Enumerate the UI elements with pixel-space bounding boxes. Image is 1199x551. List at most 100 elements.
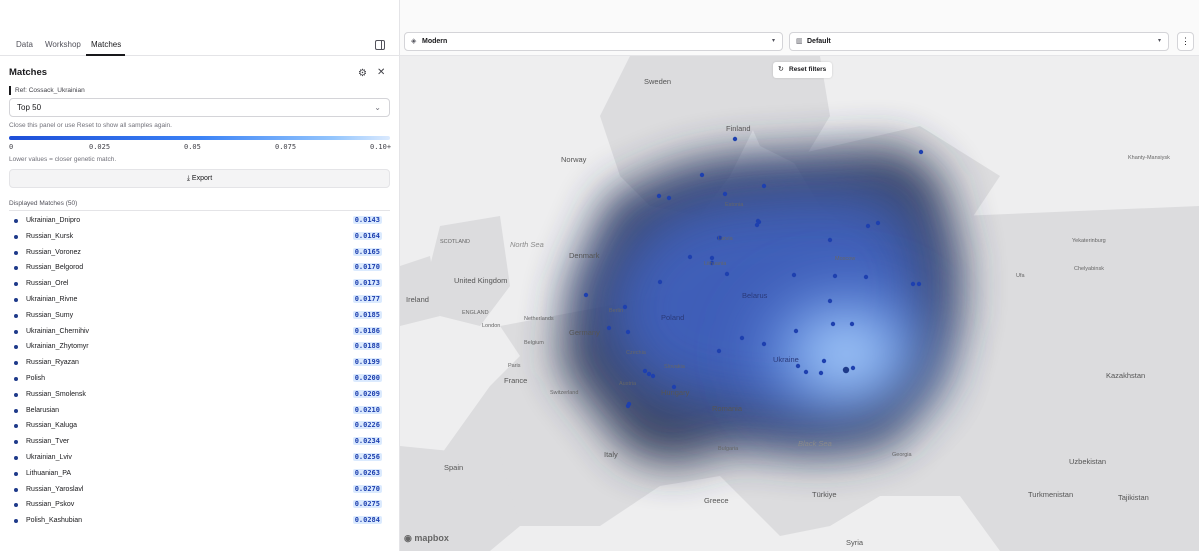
sample-point[interactable]: [827, 298, 833, 304]
tab-matches[interactable]: Matches: [91, 40, 121, 49]
match-distance: 0.0256: [352, 453, 382, 461]
sample-point[interactable]: [666, 195, 672, 201]
sample-point[interactable]: [642, 368, 648, 374]
match-row[interactable]: Russian_Voronez 0.0165: [9, 246, 386, 260]
match-row[interactable]: Belarusian 0.0210: [9, 404, 386, 418]
export-button[interactable]: ⤓ Export: [9, 169, 390, 188]
match-row[interactable]: Russian_Sumy 0.0185: [9, 309, 386, 323]
sample-point[interactable]: [732, 136, 738, 142]
match-dot: [14, 392, 18, 397]
more-options-icon[interactable]: ⋮: [1177, 32, 1194, 51]
map-label: Czechia: [626, 350, 646, 356]
sample-point[interactable]: [646, 371, 652, 377]
sample-point[interactable]: [803, 369, 809, 375]
match-row[interactable]: Russian_Belgorod 0.0170: [9, 261, 386, 275]
match-row[interactable]: Russian_Pskov 0.0275: [9, 498, 386, 512]
sample-point[interactable]: [622, 304, 628, 310]
match-row[interactable]: Polish 0.0200: [9, 372, 386, 386]
map-canvas[interactable]: [400, 56, 1199, 551]
export-label: Export: [191, 175, 213, 182]
sample-point[interactable]: [832, 273, 838, 279]
divider: [9, 210, 390, 211]
match-row[interactable]: Russian_Ryazan 0.0199: [9, 356, 386, 370]
match-row[interactable]: Russian_Kursk 0.0164: [9, 230, 386, 244]
sample-point[interactable]: [830, 321, 836, 327]
match-name: Russian_Ryazan: [26, 359, 79, 367]
match-row[interactable]: Russian_Yaroslavl 0.0270: [9, 483, 386, 497]
sample-point[interactable]: [875, 220, 881, 226]
sample-point[interactable]: [625, 329, 631, 335]
match-dot: [14, 424, 18, 429]
sample-point[interactable]: [795, 363, 801, 369]
sample-point[interactable]: [849, 321, 855, 327]
sample-point[interactable]: [916, 281, 922, 287]
top-n-select[interactable]: Top 50 ⌄: [9, 98, 390, 117]
sample-point[interactable]: [910, 281, 916, 287]
map-area[interactable]: ◈ Modern ▾ ▥ Default ▾ ⋮ ↻ Reset filters…: [400, 0, 1199, 551]
sample-point[interactable]: [606, 325, 612, 331]
tab-data[interactable]: Data: [16, 40, 33, 49]
map-label: Lithuania: [704, 261, 727, 267]
close-icon[interactable]: ✕: [377, 67, 385, 78]
sample-point[interactable]: [657, 279, 663, 285]
match-row[interactable]: Ukrainian_Rivne 0.0177: [9, 293, 386, 307]
sample-point[interactable]: [863, 274, 869, 280]
reference-sample-point[interactable]: [842, 366, 850, 374]
match-row[interactable]: Ukrainian_Dnipro 0.0143: [9, 214, 386, 228]
match-row[interactable]: Russian_Orel 0.0173: [9, 277, 386, 291]
sample-point[interactable]: [709, 255, 715, 261]
match-row[interactable]: Polish_Kashubian 0.0284: [9, 514, 386, 528]
reference-label: Ref: Cossack_Ukrainian: [9, 86, 85, 95]
map-style-dropdown[interactable]: ◈ Modern ▾: [404, 32, 783, 51]
match-distance: 0.0275: [352, 500, 382, 509]
chevron-down-icon: ▾: [1157, 38, 1161, 44]
sample-point[interactable]: [821, 358, 827, 364]
sample-point[interactable]: [699, 172, 705, 178]
sample-point[interactable]: [761, 341, 767, 347]
map-view-dropdown[interactable]: ▥ Default ▾: [789, 32, 1169, 51]
sample-point[interactable]: [687, 254, 693, 260]
panel-tabs: Data Workshop Matches: [0, 0, 399, 56]
sample-point[interactable]: [583, 292, 589, 298]
match-distance: 0.0173: [352, 279, 382, 288]
mapbox-logo[interactable]: ◉ mapbox: [404, 533, 449, 544]
map-label: Germany: [569, 328, 600, 337]
match-row[interactable]: Ukrainian_Lviv 0.0256: [9, 451, 386, 465]
match-dot: [14, 487, 18, 492]
sample-point[interactable]: [818, 370, 824, 376]
sample-point[interactable]: [716, 348, 722, 354]
sample-point[interactable]: [739, 335, 745, 341]
map-label: Black Sea: [798, 439, 832, 448]
match-dot: [14, 329, 18, 334]
match-row[interactable]: Ukrainian_Chernihiv 0.0186: [9, 325, 386, 339]
panel-hint: Close this panel or use Reset to show al…: [9, 122, 172, 129]
gear-icon[interactable]: ⚙: [358, 68, 367, 79]
match-distance: 0.0226: [352, 421, 382, 430]
sample-point[interactable]: [722, 191, 728, 197]
match-dot: [14, 298, 18, 302]
match-row[interactable]: Russian_Smolensk 0.0209: [9, 388, 386, 402]
sample-point[interactable]: [724, 271, 730, 277]
map-label: Türkiye: [812, 490, 837, 499]
sample-point[interactable]: [918, 149, 924, 155]
match-row[interactable]: Russian_Tver 0.0234: [9, 435, 386, 449]
sample-point[interactable]: [656, 193, 662, 199]
sample-point[interactable]: [865, 223, 871, 229]
sample-point[interactable]: [761, 183, 767, 189]
tab-workshop[interactable]: Workshop: [45, 40, 81, 49]
sample-point[interactable]: [756, 219, 762, 225]
sample-point[interactable]: [625, 403, 631, 409]
sample-point[interactable]: [650, 373, 656, 379]
sample-point[interactable]: [850, 365, 856, 371]
match-distance: 0.0177: [352, 295, 382, 303]
collapse-panel-icon[interactable]: [375, 40, 385, 50]
match-row[interactable]: Ukrainian_Zhytomyr 0.0188: [9, 340, 386, 354]
match-name: Russian_Kursk: [26, 232, 74, 240]
reset-filters-button[interactable]: ↻ Reset filters: [773, 62, 833, 78]
sample-point[interactable]: [791, 272, 797, 278]
match-name: Russian_Orel: [26, 280, 69, 288]
sample-point[interactable]: [793, 328, 799, 334]
match-row[interactable]: Lithuanian_PA 0.0263: [9, 467, 386, 481]
match-row[interactable]: Russian_Kaluga 0.0226: [9, 419, 386, 433]
sample-point[interactable]: [827, 237, 833, 243]
